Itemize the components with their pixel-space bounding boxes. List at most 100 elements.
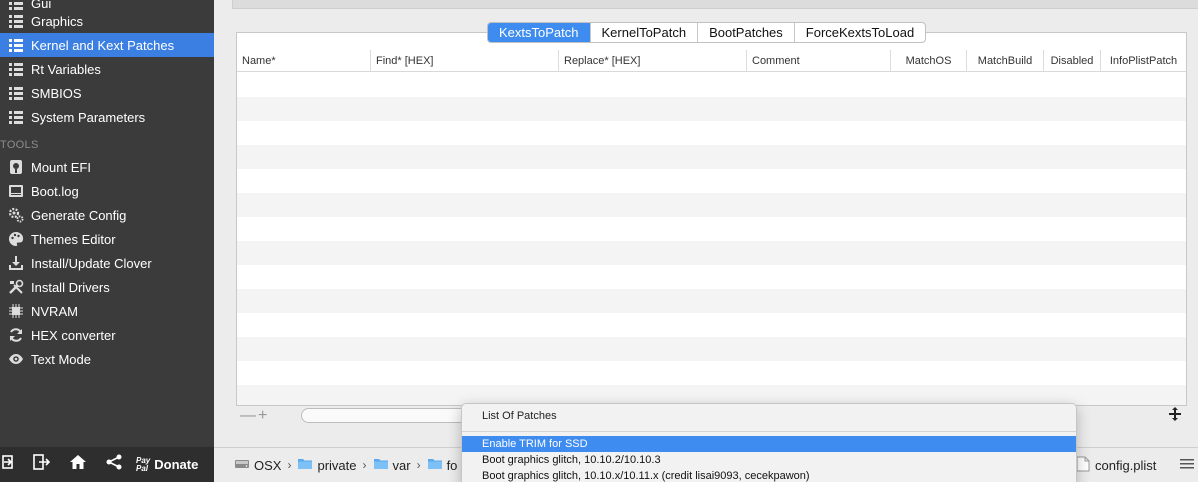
sidebar-item-install-update-clover[interactable]: Install/Update Clover <box>0 251 214 275</box>
table-row[interactable] <box>237 289 1186 313</box>
menu-title: List Of Patches <box>482 410 557 422</box>
sidebar-item-themes-editor[interactable]: Themes Editor <box>0 227 214 251</box>
column-header-infoplistpatch[interactable]: InfoPlistPatch <box>1101 50 1186 72</box>
path-crumb-folders[interactable]: fo <box>427 457 458 473</box>
sidebar-item-kernel-and-kext-patches[interactable]: Kernel and Kext Patches <box>0 33 214 57</box>
column-header-name[interactable]: Name* <box>237 50 371 72</box>
list-icon <box>7 12 25 30</box>
export-icon <box>32 453 51 476</box>
sidebar-item-label: Graphics <box>31 13 84 29</box>
table-row[interactable] <box>237 217 1186 241</box>
sidebar-item-label: Text Mode <box>31 351 91 367</box>
donate-label: Donate <box>154 457 199 472</box>
eye-icon <box>7 350 25 368</box>
patch-list-menu: List Of Patches Enable TRIM for SSD Boot… <box>461 403 1077 482</box>
menu-item-boot-graphics-glitch-10-10[interactable]: Boot graphics glitch, 10.10.2/10.10.3 <box>462 452 1076 468</box>
horizontal-scrollbar[interactable] <box>301 408 471 423</box>
download-icon <box>7 254 25 272</box>
resize-icon[interactable] <box>1167 406 1183 427</box>
sidebar-item-smbios[interactable]: SMBIOS <box>0 81 214 105</box>
sidebar-item-generate-config[interactable]: Generate Config <box>0 203 214 227</box>
column-header-comment[interactable]: Comment <box>747 50 891 72</box>
tools-section-header: TOOLS <box>0 139 39 151</box>
table-row[interactable] <box>237 121 1186 145</box>
log-icon <box>7 182 25 200</box>
table-row[interactable] <box>237 385 1186 405</box>
sidebar-item-label: Kernel and Kext Patches <box>31 37 175 53</box>
tab-kexts-to-patch[interactable]: KextsToPatch <box>488 23 591 42</box>
sidebar-item-graphics[interactable]: Graphics <box>0 9 214 33</box>
tab-force-kexts-to-load[interactable]: ForceKextsToLoad <box>795 23 925 42</box>
folder-icon <box>427 457 447 473</box>
sidebar-item-label: Boot.log <box>31 183 79 199</box>
folder-icon <box>297 457 317 473</box>
list-icon <box>7 108 25 126</box>
chevron-right-icon: › <box>287 458 292 472</box>
path-crumb-osx[interactable]: OSX <box>234 457 281 473</box>
home-button[interactable] <box>60 447 96 482</box>
tab-kernel-to-patch[interactable]: KernelToPatch <box>591 23 699 42</box>
palette-icon <box>7 230 25 248</box>
share-button[interactable] <box>96 447 132 482</box>
patches-table: Name* Find* [HEX] Replace* [HEX] Comment… <box>236 32 1187 406</box>
document-icon <box>1076 456 1095 475</box>
list-icon <box>7 36 25 54</box>
hard-drive-icon <box>234 457 254 473</box>
add-remove-row-buttons[interactable]: —+ <box>240 407 269 425</box>
sidebar-item-label: System Parameters <box>31 109 146 125</box>
sidebar-item-hex-converter[interactable]: HEX converter <box>0 323 214 347</box>
sidebar-item-label: Themes Editor <box>31 231 116 247</box>
table-row[interactable] <box>237 169 1186 193</box>
tab-boot-patches[interactable]: BootPatches <box>698 23 795 42</box>
sidebar: Gui Graphics Kernel and Kext Patches Rt … <box>0 0 214 447</box>
crumb-label: OSX <box>254 457 282 473</box>
import-button[interactable] <box>0 447 22 482</box>
table-row[interactable] <box>237 361 1186 385</box>
sidebar-item-label: NVRAM <box>31 303 78 319</box>
sidebar-item-text-mode[interactable]: Text Mode <box>0 347 214 371</box>
import-icon <box>2 453 20 476</box>
chip-icon <box>7 302 25 320</box>
table-row[interactable] <box>237 97 1186 121</box>
wrench-icon <box>7 278 25 296</box>
crumb-label: config.plist <box>1095 458 1157 473</box>
paypal-bottom: Pal <box>136 463 149 473</box>
sidebar-item-label: HEX converter <box>31 327 116 343</box>
crumb-label: fo <box>446 457 458 473</box>
path-crumb-var[interactable]: var <box>373 457 411 473</box>
table-row[interactable] <box>237 265 1186 289</box>
table-row[interactable] <box>237 313 1186 337</box>
convert-icon <box>7 326 25 344</box>
sidebar-item-install-drivers[interactable]: Install Drivers <box>0 275 214 299</box>
sidebar-item-boot-log[interactable]: Boot.log <box>0 179 214 203</box>
table-row[interactable] <box>237 241 1186 265</box>
table-row[interactable] <box>237 337 1186 361</box>
column-header-disabled[interactable]: Disabled <box>1044 50 1101 72</box>
menu-item-boot-graphics-glitch-10-11[interactable]: Boot graphics glitch, 10.10.x/10.11.x (c… <box>462 468 1076 482</box>
column-header-matchbuild[interactable]: MatchBuild <box>967 50 1044 72</box>
chevron-right-icon: › <box>416 458 421 472</box>
crumb-label: var <box>392 457 411 473</box>
path-crumb-private[interactable]: private <box>297 457 357 473</box>
table-row[interactable] <box>237 193 1186 217</box>
sidebar-item-label: Generate Config <box>31 207 127 223</box>
sidebar-item-nvram[interactable]: NVRAM <box>0 299 214 323</box>
column-header-replace[interactable]: Replace* [HEX] <box>559 50 747 72</box>
donate-button[interactable]: Pay Pal Donate <box>132 447 214 482</box>
column-header-find[interactable]: Find* [HEX] <box>371 50 559 72</box>
home-icon <box>69 453 87 476</box>
menu-item-enable-trim[interactable]: Enable TRIM for SSD <box>462 436 1076 452</box>
column-header-matchos[interactable]: MatchOS <box>891 50 967 72</box>
sidebar-item-system-parameters[interactable]: System Parameters <box>0 105 214 129</box>
disk-icon <box>7 158 25 176</box>
path-crumb-config-file[interactable]: config.plist <box>1076 448 1156 482</box>
menu-lines-icon[interactable] <box>1180 458 1194 473</box>
export-button[interactable] <box>22 447 60 482</box>
table-row[interactable] <box>237 145 1186 169</box>
sidebar-item-rt-variables[interactable]: Rt Variables <box>0 57 214 81</box>
table-header: Name* Find* [HEX] Replace* [HEX] Comment… <box>237 50 1186 72</box>
table-row[interactable] <box>237 73 1186 97</box>
share-icon <box>105 453 123 476</box>
crumb-label: private <box>317 457 357 473</box>
sidebar-item-mount-efi[interactable]: Mount EFI <box>0 155 214 179</box>
